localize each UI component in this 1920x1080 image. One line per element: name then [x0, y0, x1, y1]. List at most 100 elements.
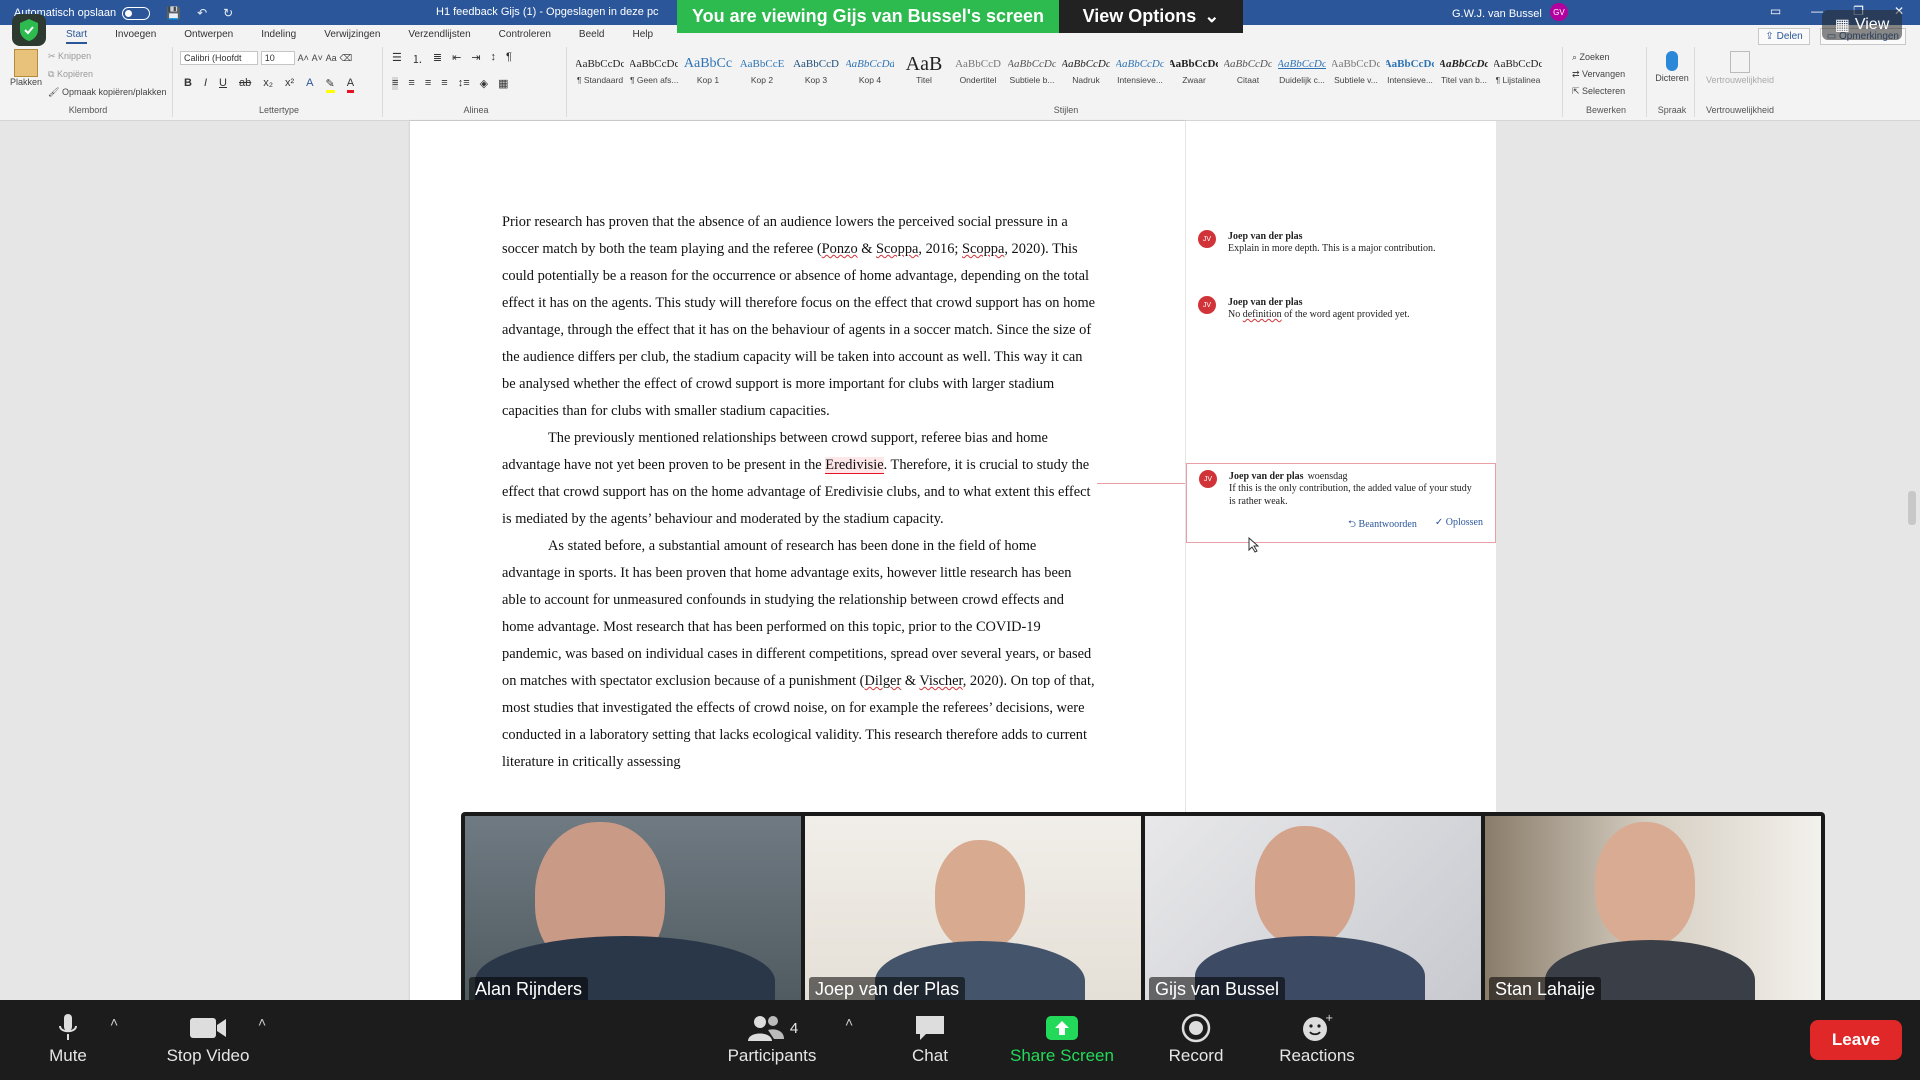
misspelled-word[interactable]: Ponzo: [822, 241, 858, 257]
leave-button[interactable]: Leave: [1810, 1020, 1902, 1060]
participant-video-tile[interactable]: Gijs van Bussel: [1145, 816, 1481, 1006]
style-strong[interactable]: AaBbCcDc Zwaar: [1170, 53, 1218, 85]
cut-button[interactable]: ✂ Knippen: [48, 47, 167, 65]
style-book-title[interactable]: AaBbCcDc Titel van b...: [1440, 53, 1488, 85]
align-right-icon[interactable]: ≡: [425, 77, 431, 90]
underline-icon[interactable]: U: [219, 77, 227, 93]
subscript-icon[interactable]: x₂: [263, 77, 273, 93]
style-title[interactable]: AaB Titel: [900, 53, 948, 85]
resolve-button[interactable]: ✓ Oplossen: [1435, 517, 1483, 534]
strikethrough-icon[interactable]: ab: [239, 77, 251, 93]
style-quote[interactable]: AaBbCcDc Citaat: [1224, 53, 1272, 85]
share-button[interactable]: ⇪ Delen: [1758, 28, 1810, 45]
ribbon-display-icon[interactable]: ▭: [1770, 4, 1781, 18]
participant-video-tile[interactable]: Stan Lahaije: [1485, 816, 1821, 1006]
font-size-select[interactable]: 10: [260, 51, 295, 65]
autosave-toggle[interactable]: [122, 6, 151, 20]
document-body[interactable]: Prior research has proven that the absen…: [502, 209, 1097, 776]
superscript-icon[interactable]: x²: [285, 77, 294, 93]
style-heading-1[interactable]: AaBbCc Kop 1: [684, 53, 732, 85]
participant-video-tile[interactable]: Alan Rijnders: [465, 816, 801, 1006]
comment-card[interactable]: JV Joep van der plas No definition of th…: [1198, 296, 1478, 321]
italic-icon[interactable]: I: [204, 77, 207, 93]
align-center-icon[interactable]: ≡: [408, 77, 414, 90]
increase-indent-icon[interactable]: ⇥: [471, 51, 480, 67]
record-button[interactable]: Record: [1164, 1010, 1228, 1066]
change-case-icon[interactable]: Aa: [326, 53, 337, 63]
undo-icon[interactable]: ↶: [197, 6, 207, 20]
comment-card[interactable]: JV Joep van der plas Explain in more dep…: [1198, 230, 1478, 255]
line-spacing-icon[interactable]: ↕≡: [458, 77, 470, 90]
borders-icon[interactable]: ▦: [498, 77, 508, 90]
tab-start[interactable]: Start: [66, 29, 88, 44]
save-icon[interactable]: 💾: [166, 6, 181, 20]
shading-icon[interactable]: ◈: [480, 77, 488, 90]
chat-button[interactable]: Chat: [900, 1010, 960, 1066]
redo-icon[interactable]: ↻: [223, 6, 233, 20]
grow-font-icon[interactable]: A˄: [298, 53, 309, 63]
font-color-icon[interactable]: A: [346, 77, 355, 93]
audio-options-chevron-icon[interactable]: ˄: [110, 1014, 118, 1030]
decrease-indent-icon[interactable]: ⇤: [452, 51, 461, 67]
mute-button[interactable]: Mute: [40, 1010, 96, 1066]
numbering-icon[interactable]: ⒈: [412, 51, 423, 67]
tab-references[interactable]: Verwijzingen: [324, 29, 380, 44]
tab-insert[interactable]: Invoegen: [115, 29, 156, 44]
paste-button[interactable]: Plakken: [8, 49, 44, 87]
format-painter-button[interactable]: 🖌 Opmaak kopiëren/plakken: [48, 83, 167, 101]
sensitivity-button[interactable]: Vertrouwelijkheid: [1702, 49, 1778, 85]
style-subtle-emphasis[interactable]: AaBbCcDc Subtiele b...: [1008, 53, 1056, 85]
text-effects-icon[interactable]: A: [306, 77, 313, 93]
style-heading-2[interactable]: AaBbCcE Kop 2: [738, 53, 786, 85]
misspelled-word[interactable]: Scoppa: [962, 241, 1004, 257]
bullets-icon[interactable]: ☰: [392, 51, 402, 67]
style-intense-reference[interactable]: AaBbCcDc Intensieve...: [1386, 53, 1434, 85]
vertical-scrollbar-thumb[interactable]: [1908, 491, 1916, 525]
font-name-select[interactable]: Calibri (Hoofdt: [180, 51, 258, 65]
misspelled-word[interactable]: definition: [1243, 309, 1282, 320]
tab-help[interactable]: Help: [633, 29, 654, 44]
copy-button[interactable]: ⧉ Kopiëren: [48, 65, 167, 83]
tab-review[interactable]: Controleren: [499, 29, 551, 44]
view-options-button[interactable]: View Options ⌄: [1059, 0, 1243, 33]
style-emphasis[interactable]: AaBbCcDc Nadruk: [1062, 53, 1110, 85]
reactions-button[interactable]: + Reactions: [1274, 1010, 1360, 1066]
style-intense-quote[interactable]: AaBbCcDc Duidelijk c...: [1278, 53, 1326, 85]
style-heading-3[interactable]: AaBbCcD Kop 3: [792, 53, 840, 85]
find-button[interactable]: ⌕ Zoeken: [1572, 49, 1625, 66]
zoom-security-shield-icon[interactable]: [12, 14, 46, 46]
active-comment-card[interactable]: JV Joep van der plas woensdag If this is …: [1186, 463, 1496, 543]
replace-button[interactable]: ⇄ Vervangen: [1572, 66, 1625, 83]
shrink-font-icon[interactable]: A˅: [312, 53, 323, 63]
tab-view[interactable]: Beeld: [579, 29, 605, 44]
participants-button[interactable]: 4 Participants: [722, 1010, 822, 1066]
dictate-button[interactable]: Dicteren: [1654, 49, 1690, 83]
reply-button[interactable]: ⮌ Beantwoorden: [1348, 517, 1417, 534]
commented-text[interactable]: Eredivisie: [825, 457, 884, 474]
view-button[interactable]: ▦ View: [1822, 10, 1902, 40]
style-intense-emphasis[interactable]: AaBbCcDc Intensieve...: [1116, 53, 1164, 85]
sort-icon[interactable]: ↕: [491, 51, 497, 67]
style-standard[interactable]: AaBbCcDc ¶ Standaard: [576, 53, 624, 85]
stop-video-button[interactable]: Stop Video: [160, 1010, 256, 1066]
misspelled-word[interactable]: Scoppa: [876, 241, 918, 257]
tab-mailings[interactable]: Verzendlijsten: [408, 29, 470, 44]
tab-design[interactable]: Ontwerpen: [184, 29, 233, 44]
style-no-spacing[interactable]: AaBbCcDc ¶ Geen afs...: [630, 53, 678, 85]
justify-icon[interactable]: ≡: [441, 77, 447, 90]
pilcrow-icon[interactable]: ¶: [506, 51, 512, 67]
select-button[interactable]: ⇱ Selecteren: [1572, 83, 1625, 100]
style-subtle-reference[interactable]: AaBbCcDc Subtiele v...: [1332, 53, 1380, 85]
tab-layout[interactable]: Indeling: [261, 29, 296, 44]
bold-icon[interactable]: B: [184, 77, 192, 93]
multilevel-icon[interactable]: ≣: [433, 51, 442, 67]
participant-video-tile[interactable]: Joep van der Plas: [805, 816, 1141, 1006]
video-options-chevron-icon[interactable]: ˄: [258, 1014, 266, 1030]
misspelled-word[interactable]: Vischer: [919, 673, 962, 689]
style-subtitle[interactable]: AaBbCcD Ondertitel: [954, 53, 1002, 85]
align-left-icon[interactable]: ≡: [392, 77, 399, 90]
share-screen-button[interactable]: Share Screen: [1006, 1010, 1118, 1066]
misspelled-word[interactable]: Dilger: [864, 673, 901, 689]
style-list-paragraph[interactable]: AaBbCcDc ¶ Lijstalinea: [1494, 53, 1542, 85]
clear-format-icon[interactable]: ⌫: [339, 53, 352, 63]
